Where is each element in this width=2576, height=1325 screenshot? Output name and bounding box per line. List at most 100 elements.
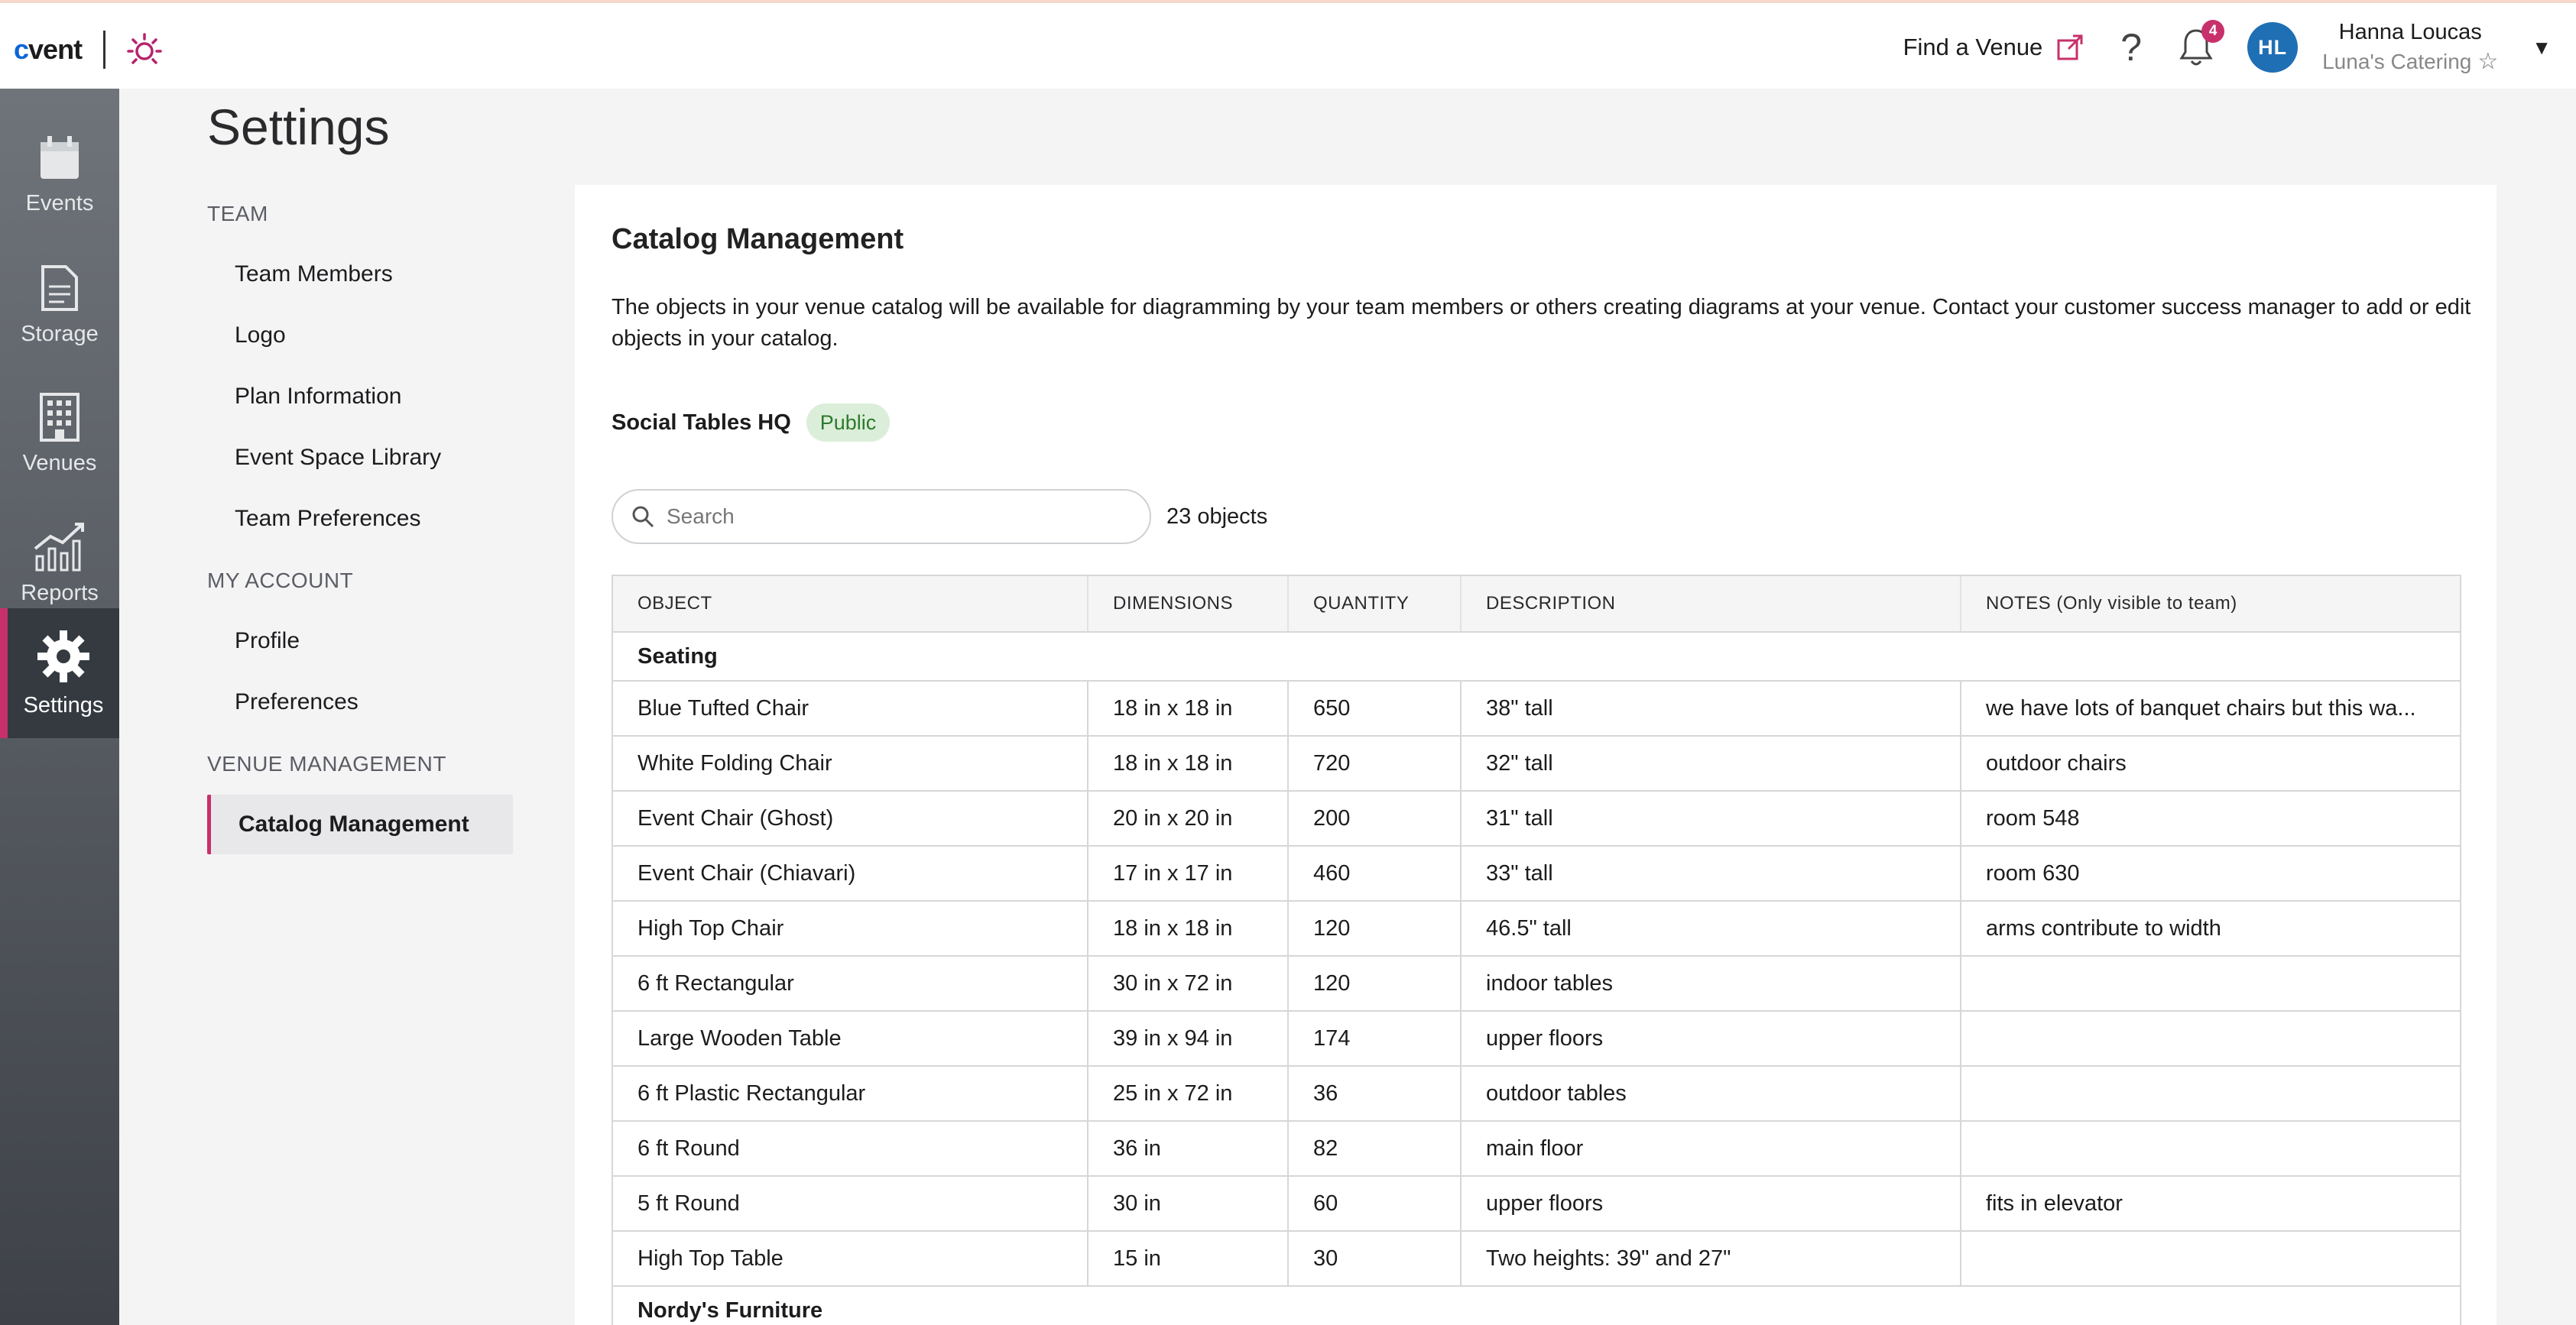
column-header-object[interactable]: OBJECT [613,576,1088,631]
cell-text: 460 [1313,860,1351,886]
description-cell: 38" tall [1462,682,1961,735]
table-group-row: Nordy's Furniture [613,1287,2460,1325]
cell-text: room 630 [1986,860,2080,886]
object-cell: High Top Table [613,1232,1088,1285]
logo-text: cvent [14,34,83,65]
dimensions-cell: 30 in x 72 in [1088,957,1289,1010]
column-header-description[interactable]: DESCRIPTION [1462,576,1961,631]
table-row[interactable]: Event Chair (Ghost) 20 in x 20 in 200 31" t… [613,792,2460,847]
status-badge: Public [806,403,891,442]
cvent-logo[interactable]: cvent [14,31,162,69]
sidebar-item-plan-information[interactable]: Plan Information [207,367,513,426]
cell-text: upper floors [1486,1191,1604,1216]
nav-item-settings[interactable]: Settings [0,608,119,738]
nav-label: Reports [21,580,99,605]
object-count: 23 objects [1166,504,1268,529]
column-header-dimensions[interactable]: DIMENSIONS [1088,576,1289,631]
cell-text: 30 in x 72 in [1113,970,1233,996]
cell-text: arms contribute to width [1986,915,2221,941]
table-row[interactable]: Event Chair (Chiavari) 17 in x 17 in 460 33… [613,847,2460,902]
section-label-my-account: MY ACCOUNT [207,569,354,592]
cell-text: Event Chair (Ghost) [638,805,834,831]
cell-text: 6 ft Round [638,1135,740,1161]
cell-text: 31" tall [1486,805,1553,831]
cell-text: 174 [1313,1025,1351,1051]
chevron-down-icon[interactable]: ▼ [2532,36,2552,60]
avatar[interactable]: HL [2247,22,2299,73]
table-row[interactable]: 5 ft Round 30 in 60 upper floors fits in ele… [613,1177,2460,1232]
nav-item-events[interactable]: Events [0,110,119,240]
sidebar-item-team-preferences[interactable]: Team Preferences [207,489,513,549]
star-icon[interactable]: ☆ [2477,48,2498,75]
user-organization: Luna's Catering ☆ [2322,48,2498,75]
notes-cell: outdoor chairs [1961,737,2460,790]
table-row[interactable]: White Folding Chair 18 in x 18 in 720 32" t… [613,737,2460,792]
table-row[interactable]: Blue Tufted Chair 18 in x 18 in 650 38" tal… [613,682,2460,737]
dimensions-cell: 18 in x 18 in [1088,902,1289,955]
quantity-cell: 174 [1289,1012,1462,1065]
cell-text: Two heights: 39" and 27" [1486,1246,1731,1271]
quantity-cell: 36 [1289,1067,1462,1120]
notes-cell: fits in elevator [1961,1177,2460,1230]
page-title: Settings [207,99,390,155]
cell-text: we have lots of banquet chairs but this … [1986,695,2416,721]
notification-count-badge: 4 [2201,20,2225,43]
cell-text: 120 [1313,915,1351,941]
user-menu[interactable]: Hanna Loucas Luna's Catering ☆ [2322,20,2498,75]
quantity-cell: 30 [1289,1232,1462,1285]
cell-text: 18 in x 18 in [1113,915,1233,941]
table-row[interactable]: 6 ft Rectangular 30 in x 72 in 120 indoor t… [613,957,2460,1012]
catalog-table: OBJECT DIMENSIONS QUANTITY DESCRIPTION N… [612,575,2461,1325]
dimensions-cell: 18 in x 18 in [1088,682,1289,735]
document-icon [41,264,78,311]
cell-text: 30 [1313,1246,1338,1271]
cell-text: room 548 [1986,805,2080,831]
table-row[interactable]: High Top Chair 18 in x 18 in 120 46.5" tall… [613,902,2460,957]
sidebar-item-event-space-library[interactable]: Event Space Library [207,428,513,488]
table-row[interactable]: 6 ft Round 36 in 82 main floor [613,1122,2460,1177]
description-cell: 31" tall [1462,792,1961,845]
description-cell: upper floors [1462,1012,1961,1065]
notes-cell [1961,957,2460,1010]
description-cell: 33" tall [1462,847,1961,900]
section-label-team: TEAM [207,202,268,225]
user-name: Hanna Loucas [2338,20,2482,44]
search-field[interactable] [612,489,1151,544]
search-input[interactable] [667,504,1110,529]
dimensions-cell: 36 in [1088,1122,1289,1175]
sidebar-item-catalog-management[interactable]: Catalog Management [207,795,513,854]
description-cell: 32" tall [1462,737,1961,790]
object-cell: Large Wooden Table [613,1012,1088,1065]
dimensions-cell: 25 in x 72 in [1088,1067,1289,1120]
cell-text: upper floors [1486,1025,1604,1051]
nav-item-storage[interactable]: Storage [0,240,119,370]
notes-cell: we have lots of banquet chairs but this … [1961,682,2460,735]
nav-item-venues[interactable]: Venues [0,368,119,498]
table-row[interactable]: Large Wooden Table 39 in x 94 in 174 upper … [613,1012,2460,1067]
building-icon [40,392,79,442]
table-row[interactable]: 6 ft Plastic Rectangular 25 in x 72 in 36 o… [613,1067,2460,1122]
cell-text: 36 [1313,1080,1338,1106]
sidebar-item-profile[interactable]: Profile [207,611,513,671]
social-tables-sun-icon [127,33,162,64]
sidebar-item-logo[interactable]: Logo [207,306,513,365]
sidebar-item-team-members[interactable]: Team Members [207,245,513,304]
help-icon[interactable]: ? [2120,25,2142,70]
nav-label: Storage [21,321,99,346]
notes-cell: room 548 [1961,792,2460,845]
dimensions-cell: 15 in [1088,1232,1289,1285]
table-row[interactable]: High Top Table 15 in 30 Two heights: 39" an… [613,1232,2460,1287]
notifications-button[interactable]: 4 [2179,20,2225,67]
object-cell: White Folding Chair [613,737,1088,790]
description-cell: indoor tables [1462,957,1961,1010]
column-header-quantity[interactable]: QUANTITY [1289,576,1462,631]
notes-cell: room 630 [1961,847,2460,900]
cell-text: 120 [1313,970,1351,996]
cell-text: Event Chair (Chiavari) [638,860,856,886]
find-venue-link[interactable]: Find a Venue [1903,34,2084,61]
catalog-management-panel: Catalog Management The objects in your v… [575,185,2497,1325]
description-cell: main floor [1462,1122,1961,1175]
sidebar-item-preferences[interactable]: Preferences [207,672,513,732]
cell-text: 82 [1313,1135,1338,1161]
column-header-notes[interactable]: NOTES (Only visible to team) [1961,576,2460,631]
